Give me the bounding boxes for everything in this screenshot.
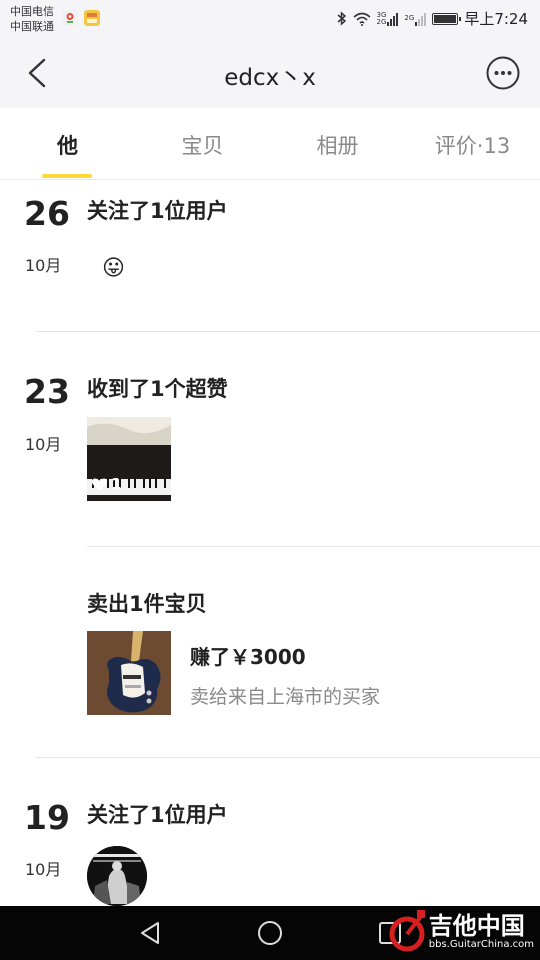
like-count-value: 1 [111, 475, 122, 493]
status-bar: 中国电信 中国联通 3G 2G 2G 早上7:24 [0, 0, 540, 38]
network-label-2: 2G [376, 17, 387, 26]
date-day: 23 [24, 372, 70, 411]
signal-icon-2: 2G [404, 12, 427, 26]
battery-icon [432, 12, 462, 25]
tab-active-indicator [42, 174, 92, 178]
avatar-image [87, 846, 147, 906]
date-day: 26 [24, 194, 70, 233]
event-title[interactable]: 收到了1个超赞 [87, 373, 228, 403]
watermark-title: 吉他中国 [428, 912, 525, 940]
carrier-1: 中国电信 [10, 5, 54, 18]
status-time: 早上7:24 [464, 10, 528, 28]
guitar-logo-icon [389, 910, 425, 952]
event-title[interactable]: 关注了1位用户 [87, 799, 228, 829]
home-circle-icon[interactable] [256, 919, 284, 947]
tab-album[interactable]: 相册 [270, 130, 405, 160]
date-month: 10月 [25, 435, 62, 454]
earned-amount: 赚了￥3000 [190, 645, 306, 669]
date-month: 10月 [25, 256, 62, 275]
header: edcx丶x [0, 38, 540, 108]
back-triangle-icon[interactable] [136, 919, 164, 947]
divider [87, 546, 540, 547]
watermark-site: bbs.GuitarChina.com [428, 939, 534, 950]
tab-bar: 他 宝贝 相册 评价·13 [0, 108, 540, 180]
followed-user-emoji[interactable]: 😛 [102, 256, 125, 282]
signal-bars-2 [415, 12, 427, 26]
network-label-3: 2G [404, 14, 415, 22]
tab-items[interactable]: 宝贝 [135, 130, 270, 160]
carrier-2: 中国联通 [10, 20, 54, 33]
more-dots-icon[interactable] [486, 56, 520, 90]
piano-thumbnail[interactable]: 1 [87, 417, 171, 501]
date-month: 10月 [25, 860, 62, 879]
guitar-thumbnail[interactable] [87, 631, 171, 715]
bluetooth-icon [337, 11, 346, 26]
buyer-info: 卖给来自上海市的买家 [190, 686, 381, 708]
tab-activity[interactable]: 他 [0, 130, 135, 160]
event-title[interactable]: 关注了1位用户 [87, 195, 228, 225]
page-title: edcx丶x [224, 65, 316, 91]
activity-feed: 26 10月 关注了1位用户 😛 23 10月 收到了1个超赞 1 卖出1件宝贝… [0, 180, 540, 906]
date-day: 19 [24, 798, 70, 837]
wifi-icon [353, 12, 371, 26]
maps-icon [62, 10, 78, 26]
avatar[interactable] [87, 846, 147, 906]
status-right: 3G 2G 2G 早上7:24 [337, 8, 528, 29]
app-icon [84, 10, 100, 26]
divider [36, 331, 540, 332]
event-title[interactable]: 卖出1件宝贝 [87, 588, 207, 618]
watermark: 吉他中国 bbs.GuitarChina.com [387, 910, 534, 954]
tab-reviews[interactable]: 评价·13 [405, 130, 540, 160]
system-nav-bar: 吉他中国 bbs.GuitarChina.com [0, 906, 540, 960]
like-count: 1 [91, 475, 121, 493]
signal-bars-1 [387, 12, 399, 26]
guitar-image [87, 631, 171, 715]
signal-icon: 3G 2G [376, 11, 399, 26]
divider [36, 757, 540, 758]
carrier-info: 中国电信 中国联通 [10, 4, 54, 34]
heart-icon [91, 477, 108, 491]
status-app-icons [62, 10, 100, 26]
